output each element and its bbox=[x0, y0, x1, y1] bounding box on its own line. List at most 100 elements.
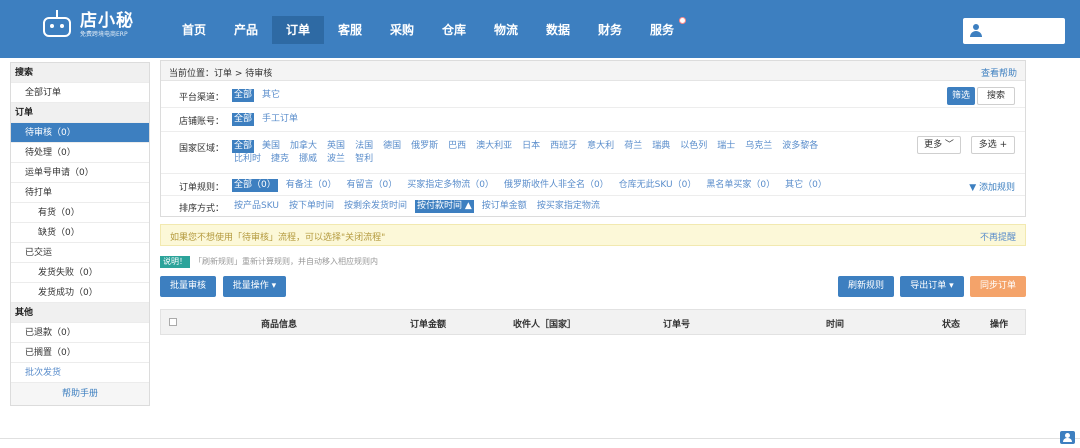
app-logo[interactable]: 店小秘 免费跨境电商ERP bbox=[40, 8, 134, 42]
sidebar-item-tracking-apply[interactable]: 运单号申请（0） bbox=[11, 163, 149, 183]
batch-operations-button[interactable]: 批量操作 ▾ bbox=[223, 276, 286, 297]
sort-option[interactable]: 按买家指定物流 bbox=[535, 200, 602, 213]
country-option[interactable]: 荷兰 bbox=[622, 140, 644, 153]
country-option[interactable]: 德国 bbox=[381, 140, 403, 153]
export-orders-button[interactable]: 导出订单 ▾ bbox=[900, 276, 964, 297]
rule-option[interactable]: 其它（0） bbox=[783, 179, 829, 192]
logo-tagline: 免费跨境电商ERP bbox=[80, 31, 128, 38]
platform-option[interactable]: 其它 bbox=[260, 89, 282, 102]
rule-label: 订单规则： bbox=[179, 183, 225, 193]
sidebar-item-batch-ship[interactable]: 批次发货 bbox=[11, 363, 149, 383]
logo-name: 店小秘 bbox=[80, 11, 134, 31]
country-option[interactable]: 波多黎各 bbox=[780, 140, 820, 153]
main-nav: 首页 产品 订单 客服 采购 仓库 物流 数据 财务 服务 bbox=[168, 16, 688, 44]
country-option[interactable]: 以色列 bbox=[678, 140, 709, 153]
select-all-checkbox[interactable] bbox=[169, 318, 177, 326]
orders-table-header: 商品信息 订单金额 收件人［国家］ 订单号 时间 状态 操作 bbox=[160, 309, 1026, 335]
more-countries-button[interactable]: 更多 ﹀ bbox=[917, 136, 961, 154]
refresh-rules-button[interactable]: 刷新规则 bbox=[838, 276, 894, 297]
country-option[interactable]: 俄罗斯 bbox=[409, 140, 440, 153]
nav-logistics[interactable]: 物流 bbox=[480, 16, 532, 44]
sidebar-item-shipped[interactable]: 已交运 bbox=[11, 243, 149, 263]
country-option[interactable]: 乌克兰 bbox=[743, 140, 774, 153]
sort-option[interactable]: 按剩余发货时间 bbox=[342, 200, 409, 213]
rule-option[interactable]: 有备注（0） bbox=[284, 179, 339, 192]
rule-option[interactable]: 有留言（0） bbox=[344, 179, 399, 192]
country-option[interactable]: 智利 bbox=[353, 153, 375, 166]
sidebar-item-pending-review[interactable]: 待审核（0） bbox=[11, 123, 149, 143]
rule-option[interactable]: 仓库无此SKU（0） bbox=[617, 179, 699, 192]
nav-home[interactable]: 首页 bbox=[168, 16, 220, 44]
nav-warehouse[interactable]: 仓库 bbox=[428, 16, 480, 44]
country-option[interactable]: 法国 bbox=[353, 140, 375, 153]
rule-option[interactable]: 全部（0） bbox=[232, 179, 278, 192]
rule-option[interactable]: 买家指定多物流（0） bbox=[405, 179, 496, 192]
column-header-product: 商品信息 bbox=[261, 320, 298, 330]
nav-services-label: 服务 bbox=[649, 23, 674, 37]
sidebar-item-ship-success[interactable]: 发货成功（0） bbox=[11, 283, 149, 303]
country-option[interactable]: 波兰 bbox=[325, 153, 347, 166]
sync-orders-button[interactable]: 同步订单 bbox=[970, 276, 1026, 297]
sidebar-item-out-of-stock[interactable]: 缺货（0） bbox=[11, 223, 149, 243]
country-option[interactable]: 比利时 bbox=[232, 153, 263, 166]
nav-orders[interactable]: 订单 bbox=[272, 16, 324, 44]
nav-customer-service[interactable]: 客服 bbox=[324, 16, 376, 44]
help-manual-link[interactable]: 帮助手册 bbox=[11, 383, 149, 405]
multi-select-button[interactable]: 多选 + bbox=[971, 136, 1015, 154]
sidebar-item-to-print[interactable]: 待打单 bbox=[11, 183, 149, 203]
sort-option[interactable]: 按付款时间 ▲ bbox=[415, 200, 474, 213]
dismiss-notice-link[interactable]: 不再提醒 bbox=[980, 230, 1016, 243]
nav-finance[interactable]: 财务 bbox=[584, 16, 636, 44]
country-option[interactable]: 挪威 bbox=[297, 153, 319, 166]
filter-panel: 当前位置：订单 > 待审核 查看帮助 平台渠道： 全部 其它 筛选 搜索 店铺账… bbox=[160, 60, 1026, 217]
user-name bbox=[987, 25, 1057, 37]
platform-option[interactable]: 全部 bbox=[232, 89, 255, 102]
country-option[interactable]: 瑞士 bbox=[715, 140, 737, 153]
country-option[interactable]: 意大利 bbox=[585, 140, 616, 153]
notice-text: 如果您不想使用「待审核」流程，可以选择"关闭流程" bbox=[170, 233, 386, 243]
customer-support-icon[interactable] bbox=[1060, 431, 1075, 444]
country-option[interactable]: 西班牙 bbox=[548, 140, 579, 153]
sidebar-item-ignored[interactable]: 已搁置（0） bbox=[11, 343, 149, 363]
sidebar: 搜索 全部订单 订单 待审核（0） 待处理（0） 运单号申请（0） 待打单 有货… bbox=[10, 62, 150, 406]
country-option[interactable]: 加拿大 bbox=[288, 140, 319, 153]
country-option[interactable]: 美国 bbox=[260, 140, 282, 153]
rule-option[interactable]: 俄罗斯收件人非全名（0） bbox=[502, 179, 611, 192]
nav-services[interactable]: 服务 bbox=[636, 16, 688, 44]
sidebar-item-pending-process[interactable]: 待处理（0） bbox=[11, 143, 149, 163]
user-icon bbox=[970, 24, 982, 38]
country-option[interactable]: 巴西 bbox=[446, 140, 468, 153]
country-option[interactable]: 瑞典 bbox=[650, 140, 672, 153]
sidebar-section-orders: 订单 bbox=[11, 103, 149, 123]
store-option[interactable]: 手工订单 bbox=[260, 113, 300, 126]
country-option[interactable]: 英国 bbox=[325, 140, 347, 153]
country-option[interactable]: 澳大利亚 bbox=[474, 140, 514, 153]
sidebar-item-ship-failed[interactable]: 发货失败（0） bbox=[11, 263, 149, 283]
search-button[interactable]: 搜索 bbox=[977, 87, 1015, 105]
sidebar-section-search: 搜索 bbox=[11, 63, 149, 83]
batch-review-button[interactable]: 批量审核 bbox=[160, 276, 216, 297]
country-option[interactable]: 捷克 bbox=[269, 153, 291, 166]
sort-option[interactable]: 按产品SKU bbox=[232, 200, 281, 213]
column-header-amount: 订单金额 bbox=[410, 320, 447, 330]
store-filter-row: 店铺账号： 全部 手工订单 bbox=[161, 108, 1025, 132]
rule-option[interactable]: 黑名单买家（0） bbox=[704, 179, 777, 192]
column-header-actions: 操作 bbox=[990, 320, 1009, 330]
nav-data[interactable]: 数据 bbox=[532, 16, 584, 44]
nav-purchasing[interactable]: 采购 bbox=[376, 16, 428, 44]
country-option[interactable]: 日本 bbox=[520, 140, 542, 153]
view-help-link[interactable]: 查看帮助 bbox=[981, 66, 1017, 79]
sidebar-item-in-stock[interactable]: 有货（0） bbox=[11, 203, 149, 223]
store-option[interactable]: 全部 bbox=[232, 113, 255, 126]
sidebar-item-all-orders[interactable]: 全部订单 bbox=[11, 83, 149, 103]
country-option[interactable]: 全部 bbox=[232, 140, 255, 153]
sort-option[interactable]: 按下单时间 bbox=[287, 200, 336, 213]
nav-products[interactable]: 产品 bbox=[220, 16, 272, 44]
country-label: 国家区域： bbox=[179, 144, 225, 154]
sidebar-item-refunded[interactable]: 已退款（0） bbox=[11, 323, 149, 343]
filter-button[interactable]: 筛选 bbox=[947, 87, 975, 105]
sort-option[interactable]: 按订单金额 bbox=[480, 200, 529, 213]
platform-label: 平台渠道： bbox=[179, 93, 225, 103]
user-account-menu[interactable] bbox=[963, 18, 1065, 44]
add-rule-link[interactable]: ▼ 添加规则 bbox=[969, 180, 1015, 193]
